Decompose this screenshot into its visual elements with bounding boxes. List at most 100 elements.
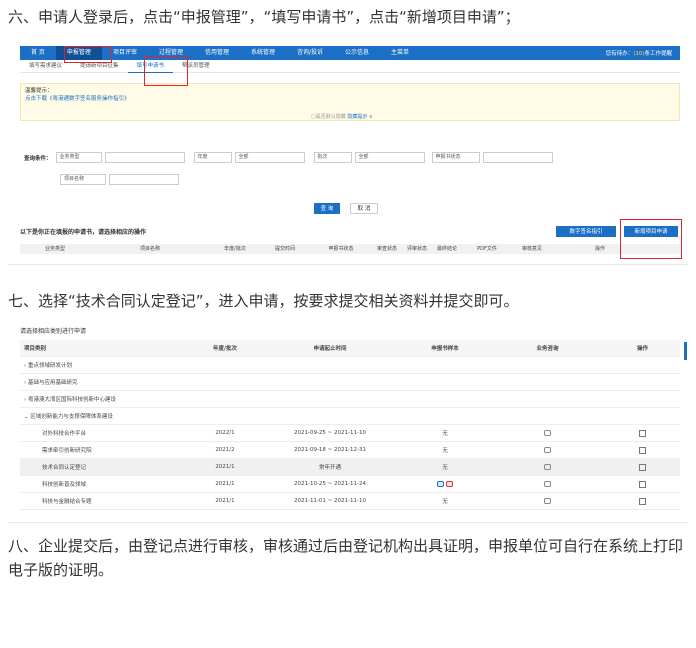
notice-title: 温馨提示： [25, 88, 53, 94]
batch-select[interactable]: 批次 [313, 152, 352, 163]
category-group-label: ⌄ 区域创新能力与支撑保障体系建设 [24, 414, 113, 420]
category-group-expanded[interactable]: ⌄ 区域创新能力与支撑保障体系建设 [20, 408, 680, 425]
row-period: 常年开通 [318, 465, 341, 471]
divider [8, 264, 688, 265]
notice-hide-default: □是否默认隐藏 [311, 114, 348, 120]
nav-credit-management[interactable]: 信用管理 [194, 46, 240, 60]
chat-icon[interactable] [544, 480, 551, 487]
project-name-select[interactable]: 项目名称 [60, 174, 106, 185]
table-row: 对外科技合作平台 2022/1 2021-09-25 ~ 2021-11-10 … [20, 425, 680, 442]
chat-icon[interactable] [544, 429, 551, 436]
edit-icon[interactable] [639, 480, 646, 488]
category-group-label: › 重点领域研发计划 [24, 363, 72, 369]
row-name: 技术合同认定登记 [42, 465, 87, 471]
row-sample: 无 [442, 431, 448, 437]
row-sample: 无 [442, 499, 448, 505]
biz-type-input[interactable] [104, 152, 185, 163]
table-row: 需求牵引创新研究院 2021/2 2021-09-18 ~ 2021-12-31… [20, 442, 680, 459]
col-period: 申请起止时间 [313, 346, 347, 352]
table-header: 业务类型 项目名称 年度/批次 提交时间 申报书状态 审查状态 评审状态 最终结… [20, 244, 680, 254]
top-nav: 首 页 申报管理 项目评审 过程管理 信用管理 系统管理 咨询/投诉 公示信息 … [20, 46, 680, 60]
project-name-input[interactable] [109, 174, 179, 185]
screenshot-declaration-management: 首 页 申报管理 项目评审 过程管理 信用管理 系统管理 咨询/投诉 公示信息 … [20, 46, 682, 259]
col-sample: 申报书样本 [431, 346, 459, 352]
highlight-fill-application [144, 56, 188, 86]
todo-reminder[interactable]: 您有待办：(10)条工作提醒 [606, 49, 680, 57]
status-input[interactable] [482, 152, 553, 163]
nav-main-menu[interactable]: 主菜单 [380, 46, 420, 60]
row-name: 对外科技合作平台 [42, 431, 87, 437]
word-doc-icon[interactable] [437, 480, 445, 487]
year-select[interactable]: 年度 [193, 152, 232, 163]
row-period: 2021-09-25 ~ 2021-11-10 [293, 430, 367, 436]
list-title: 以下是你正在填报的申请书，请选择相应的操作 [20, 229, 147, 236]
col-review-status: 审查状态 [376, 246, 397, 252]
digital-sign-guide-button[interactable]: 数字签名指引 [556, 226, 616, 237]
edit-icon[interactable] [639, 446, 646, 454]
col-audit-opinion: 审核意见 [521, 246, 542, 252]
highlight-declaration-management [64, 46, 112, 63]
col-consult: 业务咨询 [536, 346, 559, 352]
category-group[interactable]: › 重点领域研发计划 [20, 357, 680, 374]
sub-nav: 填写需求建议 提请新项目征集 填写申请书 帮派员管理 [20, 60, 680, 73]
step-six-text: 六、申请人登录后，点击“申报管理”，“填写申请书”，点击“新增项目申请”； [8, 8, 520, 26]
row-sample: 无 [442, 448, 448, 454]
category-group[interactable]: › 粤港澳大湾区国际科技创新中心建设 [20, 391, 680, 408]
row-batch: 2021/2 [215, 447, 235, 453]
col-project-name: 项目名称 [139, 246, 160, 252]
chat-icon[interactable] [544, 463, 551, 470]
chat-icon[interactable] [544, 497, 551, 504]
row-batch: 2022/1 [215, 430, 235, 436]
row-name: 科技创新普及领域 [42, 482, 87, 488]
category-group-label: › 粤港澳大湾区国际科技创新中心建设 [24, 397, 116, 403]
notice-hide-link: 隐藏提示 ∨ [347, 114, 373, 120]
table-row-selected: 技术合同认定登记 2021/1 常年开通 无 [20, 459, 680, 476]
col-eval-status: 评审状态 [406, 246, 427, 252]
col-app-status: 申报书状态 [328, 246, 354, 252]
todo-count: (10) [633, 51, 645, 57]
todo-suffix: 条工作提醒 [644, 51, 672, 57]
edit-icon[interactable] [639, 429, 646, 437]
edit-icon[interactable] [639, 463, 646, 471]
nav-public-info[interactable]: 公示信息 [334, 46, 380, 60]
query-button[interactable]: 查 询 [314, 203, 340, 214]
row-period: 2021-11-01 ~ 2021-11-10 [293, 498, 367, 504]
category-table-header: 项目类别 年度/批次 申请起止时间 申报书样本 业务咨询 操作 [20, 340, 680, 357]
row-batch: 2021/1 [215, 464, 235, 470]
col-action: 操作 [636, 346, 648, 352]
status-select[interactable]: 申报书状态 [431, 152, 480, 163]
col-batch: 年度/批次 [212, 346, 237, 352]
notice-panel: 温馨提示： 点击下载《粤港通数字签名服务操作指引》 □是否默认隐藏 隐藏提示 ∨ [20, 83, 680, 121]
pdf-doc-icon[interactable] [445, 480, 453, 487]
row-period: 2021-09-18 ~ 2021-12-31 [293, 447, 367, 453]
category-prompt: 请选择相应类别进行申请 [20, 328, 87, 335]
row-sample: 无 [442, 465, 448, 471]
col-final-result: 最终结论 [436, 246, 457, 252]
screenshot-category-selection: 请选择相应类别进行申请 项目类别 年度/批次 申请起止时间 申报书样本 业务咨询… [20, 322, 680, 518]
chat-icon[interactable] [544, 446, 551, 453]
nav-home[interactable]: 首 页 [20, 46, 56, 60]
step-seven-text: 七、选择“技术合同认定登记”，进入申请，按要求提交相关资料并提交即可。 [8, 292, 519, 310]
notice-hide-toggle[interactable]: □是否默认隐藏 隐藏提示 ∨ [311, 113, 373, 121]
scrollbar-thumb[interactable] [684, 342, 687, 360]
col-submit-time: 提交时间 [274, 246, 295, 252]
category-group[interactable]: › 基础与应用基础研究 [20, 374, 680, 391]
filter-label: 查询条件： [24, 155, 52, 162]
batch-value-select[interactable]: 全部 [354, 152, 425, 163]
divider [8, 522, 688, 523]
row-name: 科技与金融结合专题 [42, 499, 92, 505]
col-category: 项目类别 [24, 346, 47, 352]
year-value-select[interactable]: 全部 [234, 152, 305, 163]
edit-icon[interactable] [639, 497, 646, 505]
nav-consult-complaint[interactable]: 咨询/投诉 [286, 46, 334, 60]
nav-system-management[interactable]: 系统管理 [240, 46, 286, 60]
biz-type-select[interactable]: 业务类型 [55, 152, 102, 163]
reset-button[interactable]: 取 消 [350, 203, 378, 214]
step-eight-text: 八、企业提交后，由登记点进行审核，审核通过后由登记机构出具证明，申报单位可自行在… [8, 537, 684, 579]
notice-download-link[interactable]: 点击下载《粤港通数字签名服务操作指引》 [25, 95, 675, 103]
col-year-batch: 年度/批次 [224, 246, 246, 252]
category-group-label: › 基础与应用基础研究 [24, 380, 78, 386]
table-row: 科技与金融结合专题 2021/1 2021-11-01 ~ 2021-11-10… [20, 493, 680, 510]
row-name: 需求牵引创新研究院 [42, 448, 92, 454]
col-biz-type: 业务类型 [44, 246, 65, 252]
